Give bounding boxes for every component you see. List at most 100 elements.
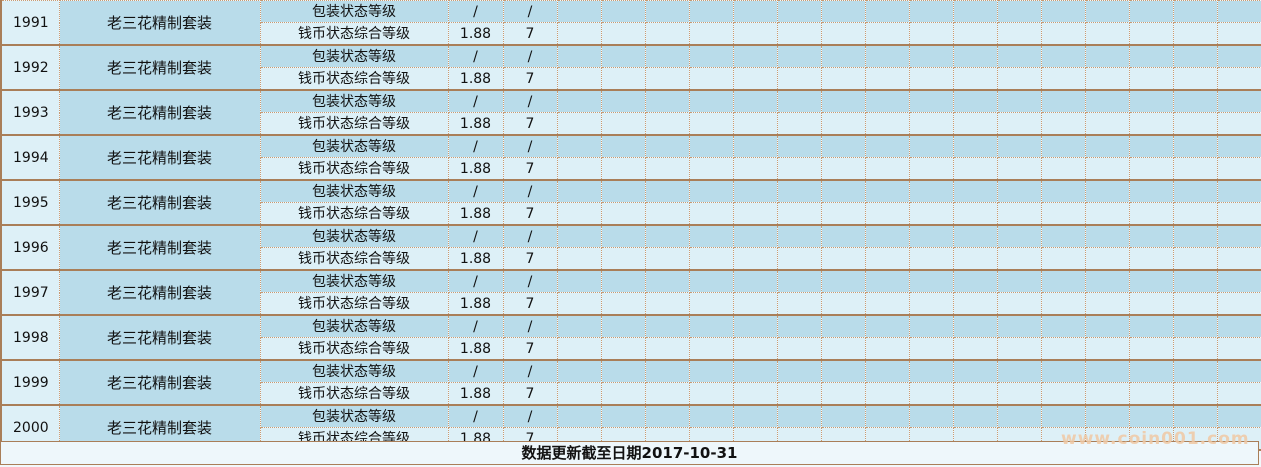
empty-cell — [1128, 44, 1174, 68]
table-row: 1991老三花精制套装包装状态等级//0 — [0, 0, 1261, 46]
empty-cell — [908, 202, 954, 226]
empty-cell — [556, 112, 602, 136]
empty-cell — [820, 202, 866, 226]
empty-cell — [688, 22, 734, 46]
empty-cell — [1172, 67, 1218, 91]
empty-cell — [1040, 314, 1086, 338]
grade-value-cell: 7 — [502, 22, 558, 46]
grading-table: 1991老三花精制套装包装状态等级//0钱币状态综合等级1.88701992老三… — [0, 0, 1261, 451]
empty-cell — [1216, 44, 1261, 68]
empty-cell — [996, 157, 1042, 181]
empty-cell — [1128, 292, 1174, 316]
empty-cell — [776, 179, 822, 203]
empty-cell — [732, 157, 778, 181]
empty-cell — [820, 382, 866, 406]
empty-cell — [732, 134, 778, 158]
grade-value-cell: / — [447, 0, 504, 23]
empty-cell — [776, 44, 822, 68]
empty-cell — [1084, 89, 1130, 113]
empty-cell — [820, 157, 866, 181]
empty-cell — [644, 314, 690, 338]
empty-cell — [1172, 269, 1218, 293]
empty-cell — [1084, 359, 1130, 383]
empty-cell — [556, 224, 602, 248]
empty-cell — [1040, 67, 1086, 91]
empty-cell — [820, 112, 866, 136]
empty-cell — [996, 337, 1042, 361]
empty-cell — [776, 157, 822, 181]
empty-cell — [996, 112, 1042, 136]
empty-cell — [1040, 269, 1086, 293]
empty-cell — [1084, 382, 1130, 406]
grade-type-cell: 包装状态等级 — [259, 314, 449, 338]
empty-cell — [1040, 0, 1086, 23]
empty-cell — [776, 224, 822, 248]
empty-cell — [1172, 134, 1218, 158]
year-cell: 1995 — [0, 179, 60, 226]
grade-value-cell: 7 — [502, 382, 558, 406]
empty-cell — [1040, 202, 1086, 226]
empty-cell — [952, 112, 998, 136]
grade-type-cell: 包装状态等级 — [259, 359, 449, 383]
grade-value-cell: 1.88 — [447, 382, 504, 406]
empty-cell — [600, 337, 646, 361]
empty-cell — [1172, 382, 1218, 406]
empty-cell — [996, 382, 1042, 406]
empty-cell — [644, 269, 690, 293]
grade-value-cell: / — [447, 224, 504, 248]
empty-cell — [820, 247, 866, 271]
empty-cell — [644, 112, 690, 136]
empty-cell — [1216, 382, 1261, 406]
empty-cell — [1084, 202, 1130, 226]
grade-value-cell: / — [502, 359, 558, 383]
empty-cell — [600, 359, 646, 383]
empty-cell — [864, 359, 910, 383]
empty-cell — [776, 0, 822, 23]
empty-cell — [732, 292, 778, 316]
year-cell: 1996 — [0, 224, 60, 271]
empty-cell — [644, 224, 690, 248]
set-name-cell: 老三花精制套装 — [58, 179, 261, 226]
empty-cell — [1040, 224, 1086, 248]
empty-cell — [996, 67, 1042, 91]
empty-cell — [952, 314, 998, 338]
empty-cell — [688, 224, 734, 248]
empty-cell — [732, 202, 778, 226]
empty-cell — [600, 157, 646, 181]
set-name-cell: 老三花精制套装 — [58, 89, 261, 136]
empty-cell — [644, 134, 690, 158]
empty-cell — [864, 269, 910, 293]
site-watermark: www.coin001.com — [1061, 429, 1250, 449]
set-name-cell: 老三花精制套装 — [58, 44, 261, 91]
empty-cell — [908, 89, 954, 113]
empty-cell — [1084, 0, 1130, 23]
empty-cell — [644, 202, 690, 226]
empty-cell — [1084, 179, 1130, 203]
grade-value-cell: 1.88 — [447, 112, 504, 136]
empty-cell — [688, 0, 734, 23]
empty-cell — [820, 404, 866, 428]
empty-cell — [644, 382, 690, 406]
empty-cell — [820, 0, 866, 23]
grade-value-cell: / — [447, 404, 504, 428]
empty-cell — [688, 157, 734, 181]
empty-cell — [1216, 89, 1261, 113]
empty-cell — [1040, 89, 1086, 113]
grade-value-cell: / — [502, 0, 558, 23]
empty-cell — [1128, 179, 1174, 203]
empty-cell — [556, 179, 602, 203]
empty-cell — [688, 359, 734, 383]
grade-value-cell: 7 — [502, 112, 558, 136]
empty-cell — [556, 157, 602, 181]
empty-cell — [952, 44, 998, 68]
empty-cell — [732, 314, 778, 338]
empty-cell — [776, 22, 822, 46]
empty-cell — [996, 0, 1042, 23]
empty-cell — [1084, 157, 1130, 181]
empty-cell — [820, 224, 866, 248]
empty-cell — [1128, 112, 1174, 136]
empty-cell — [908, 269, 954, 293]
empty-cell — [600, 292, 646, 316]
empty-cell — [820, 314, 866, 338]
empty-cell — [952, 89, 998, 113]
